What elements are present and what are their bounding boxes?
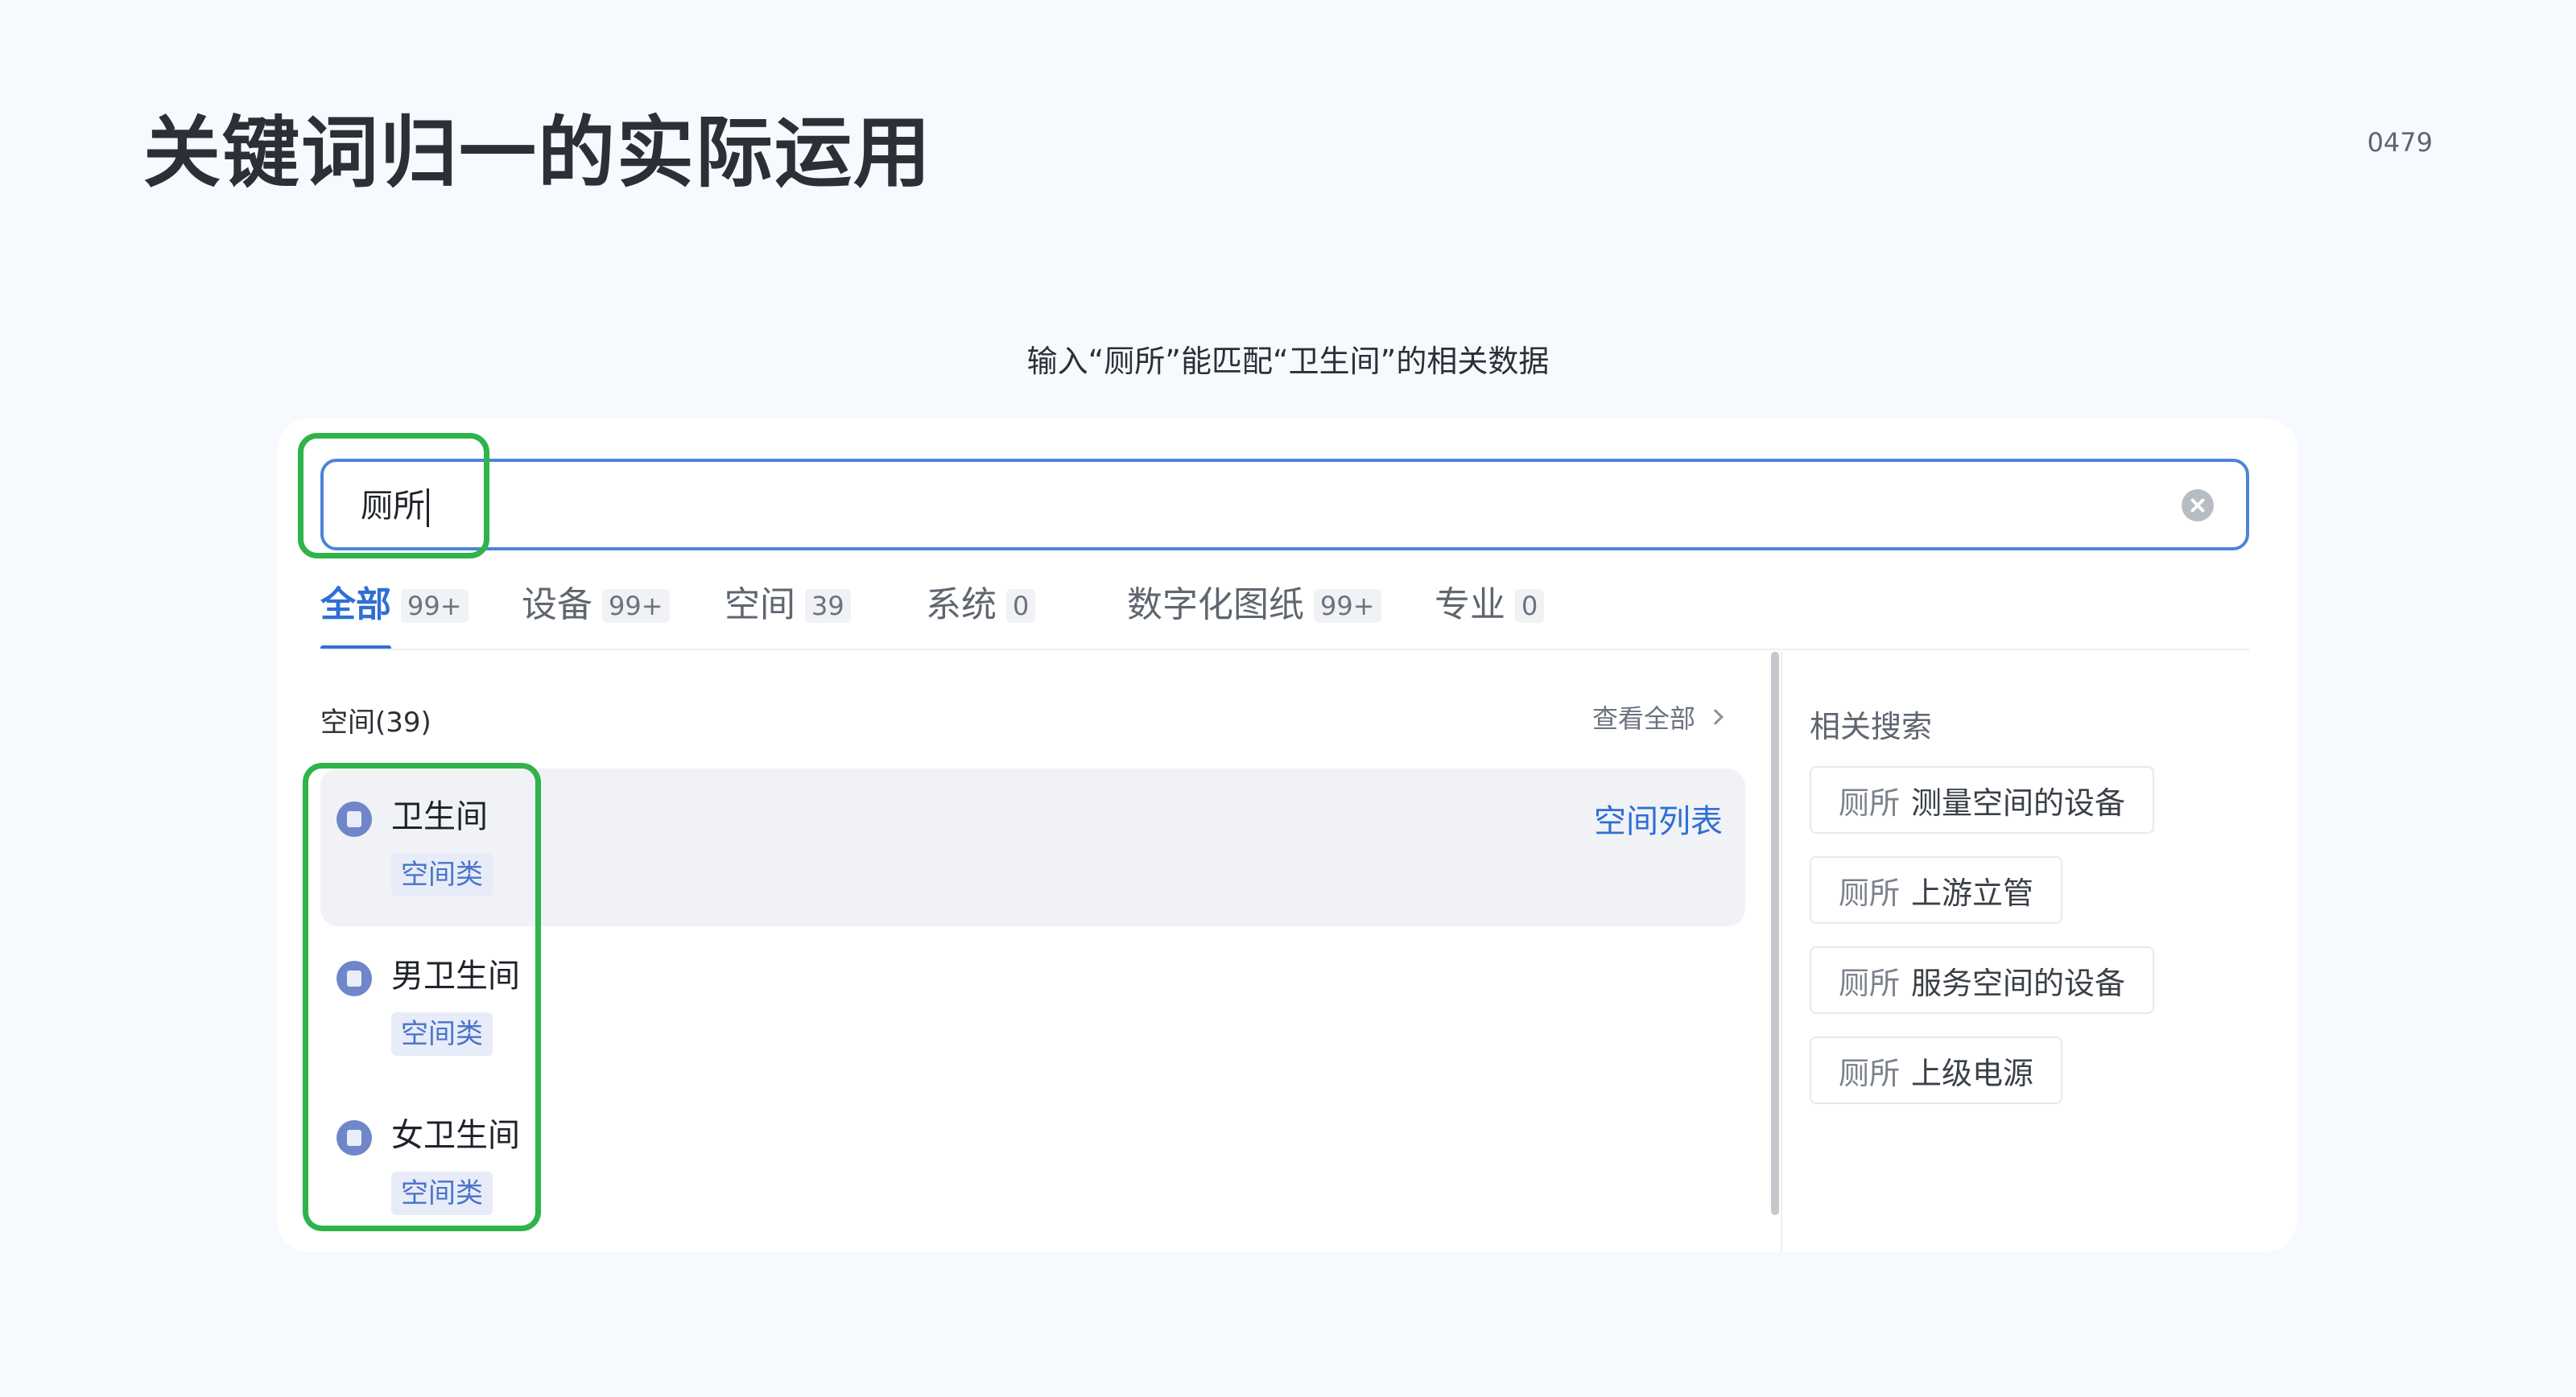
result-tag: 空间类 bbox=[391, 1172, 493, 1215]
tab-devices[interactable]: 设备 99+ bbox=[522, 581, 670, 650]
page-number: 0479 bbox=[2367, 127, 2433, 158]
view-all-link[interactable]: 查看全部 bbox=[1592, 698, 1724, 736]
tab-count-badge: 99+ bbox=[602, 589, 670, 623]
tab-label: 空间 bbox=[724, 584, 795, 625]
related-search-chip[interactable]: 厕所 上级电源 bbox=[1810, 1036, 2063, 1104]
result-name: 男卫生间 bbox=[391, 958, 520, 995]
space-cube-icon bbox=[336, 961, 372, 996]
page-title: 关键词归一的实际运用 bbox=[143, 108, 932, 198]
search-input-value: 厕所 bbox=[361, 484, 429, 528]
tab-label: 系统 bbox=[926, 584, 997, 625]
clear-icon[interactable] bbox=[2182, 489, 2214, 521]
tab-digital-drawings[interactable]: 数字化图纸 99+ bbox=[1127, 581, 1381, 650]
related-text: 服务空间的设备 bbox=[1911, 965, 2126, 1001]
related-text: 测量空间的设备 bbox=[1911, 785, 2126, 821]
related-keyword: 厕所 bbox=[1839, 965, 1901, 1001]
tab-count-badge: 39 bbox=[805, 589, 851, 623]
result-name: 女卫生间 bbox=[391, 1117, 520, 1154]
caption: 输入“厕所”能匹配“卫生间”的相关数据 bbox=[1026, 344, 1550, 379]
view-all-label: 查看全部 bbox=[1592, 703, 1696, 734]
space-cube-icon bbox=[336, 1120, 372, 1156]
vertical-scrollbar[interactable] bbox=[1771, 652, 1779, 1215]
text-caret bbox=[427, 488, 429, 527]
related-keyword: 厕所 bbox=[1839, 1055, 1901, 1091]
page: 关键词归一的实际运用 0479 输入“厕所”能匹配“卫生间”的相关数据 厕所 全… bbox=[0, 0, 2576, 1397]
result-tag: 空间类 bbox=[391, 853, 493, 896]
tab-label: 专业 bbox=[1435, 584, 1505, 625]
panel-divider bbox=[1781, 652, 1782, 1252]
tab-count-badge: 99+ bbox=[401, 589, 469, 623]
result-tag: 空间类 bbox=[391, 1012, 493, 1056]
space-cube-icon bbox=[336, 802, 372, 837]
tab-label: 全部 bbox=[320, 584, 391, 625]
result-item[interactable]: 女卫生间 空间类 bbox=[336, 1112, 578, 1249]
related-search-chip[interactable]: 厕所 上游立管 bbox=[1810, 856, 2063, 924]
tab-label: 数字化图纸 bbox=[1127, 584, 1304, 625]
related-keyword: 厕所 bbox=[1839, 785, 1901, 821]
tab-count-badge: 99+ bbox=[1314, 589, 1381, 623]
related-search-chip[interactable]: 厕所 测量空间的设备 bbox=[1810, 766, 2155, 834]
related-search-chip[interactable]: 厕所 服务空间的设备 bbox=[1810, 946, 2155, 1014]
tab-count-badge: 0 bbox=[1515, 589, 1545, 623]
related-text: 上游立管 bbox=[1911, 875, 2034, 911]
related-keyword: 厕所 bbox=[1839, 875, 1901, 911]
related-search-title: 相关搜索 bbox=[1810, 709, 1933, 744]
result-name: 卫生间 bbox=[391, 798, 488, 835]
space-list-link[interactable]: 空间列表 bbox=[1594, 795, 1723, 842]
tab-label: 设备 bbox=[522, 584, 592, 625]
tab-systems[interactable]: 系统 0 bbox=[926, 581, 1036, 650]
tab-spaces[interactable]: 空间 39 bbox=[724, 581, 851, 650]
related-text: 上级电源 bbox=[1911, 1055, 2034, 1091]
search-input[interactable]: 厕所 bbox=[320, 459, 2249, 550]
tab-disciplines[interactable]: 专业 0 bbox=[1435, 581, 1545, 650]
result-item[interactable]: 卫生间 空间类 bbox=[336, 793, 578, 930]
tab-all[interactable]: 全部 99+ bbox=[320, 581, 469, 650]
tabs-divider bbox=[320, 649, 2249, 650]
result-item[interactable]: 男卫生间 空间类 bbox=[336, 953, 578, 1090]
chevron-right-icon bbox=[1707, 709, 1724, 725]
tab-bar: 全部 99+ 设备 99+ 空间 39 系统 0 数字化图纸 99+ 专业 0 bbox=[320, 581, 2249, 653]
tab-count-badge: 0 bbox=[1006, 589, 1036, 623]
section-title: 空间(39) bbox=[320, 707, 431, 739]
